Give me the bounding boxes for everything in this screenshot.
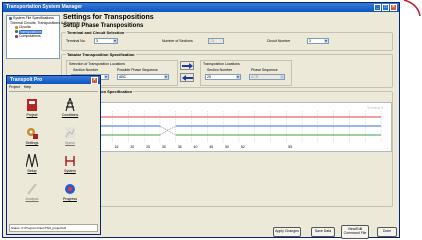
pro-menubar: Project Help xyxy=(9,85,31,89)
transposition-diagram[interactable]: 123CircuitTerminal 318162025303540455052… xyxy=(68,102,392,152)
pro-item-label: Progress xyxy=(62,197,77,201)
selection-title: Selection of Transposition Locations xyxy=(69,62,126,66)
pro-item-label: System xyxy=(64,169,76,173)
loc-phase-header: Phase Sequence xyxy=(251,68,278,72)
pro-item-specs[interactable]: Specs xyxy=(57,124,83,148)
section-number-label: 16 xyxy=(115,145,119,149)
chevron-down-icon: ▼ xyxy=(280,75,284,79)
pro-item-label: Settings xyxy=(25,141,39,145)
tree-item[interactable]: Computations xyxy=(7,34,59,39)
chart-icon xyxy=(65,127,75,139)
pro-item-settings[interactable]: Settings xyxy=(19,124,45,148)
pro-item-project[interactable]: Project xyxy=(19,96,45,120)
chevron-down-icon: ▼ xyxy=(236,75,240,79)
sections-field: 13 xyxy=(208,38,224,44)
network-icon xyxy=(65,156,75,166)
pro-separator xyxy=(9,91,98,92)
remove-transposition-button[interactable] xyxy=(180,73,194,82)
maximize-button[interactable]: □ xyxy=(382,4,389,11)
chevron-down-icon: ▼ xyxy=(113,39,117,43)
circuit-label: Circuit Number xyxy=(267,39,291,43)
loc-section-header: Section Number xyxy=(207,68,233,72)
chevron-down-icon: ▼ xyxy=(104,75,108,79)
chevron-down-icon: ▼ xyxy=(324,39,328,43)
pro-item-analysis[interactable]: Analysis xyxy=(19,180,45,204)
section-number-header: Section Number xyxy=(73,68,99,72)
pro-item-setup[interactable]: Setup xyxy=(19,152,45,176)
tree-item-label: Computations xyxy=(19,34,41,38)
section-number-label: 35 xyxy=(178,145,182,149)
transpolt-pro-panel: Transpolt Pro × Project Help Project Cond… xyxy=(6,75,101,235)
arrow-right-icon xyxy=(181,62,193,69)
arrow-left-icon xyxy=(181,74,193,81)
window-title: Transportation System Manager xyxy=(6,4,83,10)
loc-section-select[interactable]: 25 ▼ xyxy=(205,74,241,80)
terminal-selection-group: Terminal and Circuit Selection Terminal … xyxy=(61,30,393,51)
tree-node-icon xyxy=(15,25,18,29)
pro-item-progress[interactable]: Progress xyxy=(57,180,83,204)
section-number-label: 52 xyxy=(241,145,245,149)
save-data-button[interactable]: Save Data xyxy=(311,227,335,237)
transposition-diagram-svg: 123CircuitTerminal 318162025303540455052… xyxy=(73,106,383,149)
page-subtitle: Setup Phase Transpositions xyxy=(63,23,144,29)
title-bar: Transportation System Manager _ □ × xyxy=(3,3,399,12)
page-title: Settings for Transpositions xyxy=(63,14,154,21)
globe-icon xyxy=(65,184,75,194)
section-number-label: 20 xyxy=(130,145,134,149)
pro-close-button[interactable]: × xyxy=(91,77,98,84)
tree-item[interactable]: Thermal Circuits, Transpositions & Segme… xyxy=(7,21,80,26)
add-transposition-button[interactable] xyxy=(180,61,194,70)
project-book-icon xyxy=(27,99,37,111)
pro-item-label: Project xyxy=(26,113,38,117)
menu-project[interactable]: Project xyxy=(9,85,20,89)
terminal-label: Terminal No. xyxy=(66,39,86,43)
visual-spec-group: Visual Transposition Specification 123Ci… xyxy=(61,89,393,207)
section-number-label: 25 xyxy=(146,145,150,149)
terminal-end-label: Terminal 3 xyxy=(367,106,383,110)
navigation-tree: System File Specifications Thermal Circui… xyxy=(6,15,80,59)
chevron-down-icon: ▼ xyxy=(164,75,168,79)
loc-phase-select: ACB ▼ xyxy=(249,74,285,80)
done-button[interactable]: Done xyxy=(377,227,397,237)
pro-status-bar: Status: C:\Program Files\TSM_project\C0 xyxy=(9,224,98,232)
tree-node-icon xyxy=(15,30,18,34)
towers-icon xyxy=(26,154,38,168)
pro-item-label: Setup xyxy=(27,169,37,173)
locations-title: Transposition Locations xyxy=(203,62,240,66)
section-number-label: 50 xyxy=(225,145,229,149)
tower-icon xyxy=(65,98,75,112)
section-number-label: 30 xyxy=(162,145,166,149)
tree-node-icon xyxy=(15,34,18,38)
terminal-group-title: Terminal and Circuit Selection xyxy=(66,30,126,35)
corner-arrow-icon xyxy=(403,0,421,17)
main-window: Transportation System Manager _ □ × Syst… xyxy=(2,2,400,239)
pro-item-system[interactable]: System xyxy=(57,152,83,176)
pro-item-conditions[interactable]: Conditions xyxy=(57,96,83,120)
section-number-label: 40 xyxy=(194,145,198,149)
pro-title-bar: Transpolt Pro × xyxy=(7,76,100,84)
pro-item-label: Conditions xyxy=(61,113,79,117)
gears-icon xyxy=(27,128,38,139)
pencil-icon xyxy=(27,183,37,195)
locations-subgroup: Transposition Locations Section Number P… xyxy=(200,60,292,86)
pro-item-label: Specs xyxy=(65,141,75,145)
phase-sequence-header: Possible Phase Sequence xyxy=(117,68,158,72)
menu-help[interactable]: Help xyxy=(24,85,31,89)
terminal-select[interactable]: 3 ▼ xyxy=(94,38,118,44)
close-button[interactable]: × xyxy=(390,4,397,11)
view-command-file-button[interactable]: View/Edit Command File xyxy=(341,225,369,239)
section-number-label: 45 xyxy=(209,145,213,149)
tabular-group-title: Tabular Transposition Specification xyxy=(66,52,136,57)
circuit-select[interactable]: 3 ▼ xyxy=(307,38,329,44)
sections-label: Number of Sections xyxy=(162,39,193,43)
tree-node-icon xyxy=(9,16,12,20)
pro-title: Transpolt Pro xyxy=(10,77,43,83)
phase-sequence-select[interactable]: ABC ▼ xyxy=(117,74,169,80)
pro-item-label: Analysis xyxy=(25,197,39,201)
tabular-spec-group: Tabular Transposition Specification Sele… xyxy=(61,52,393,88)
minimize-button[interactable]: _ xyxy=(374,4,381,11)
apply-changes-button[interactable]: Apply Changes xyxy=(273,227,301,237)
section-number-label: 55 xyxy=(288,145,292,149)
